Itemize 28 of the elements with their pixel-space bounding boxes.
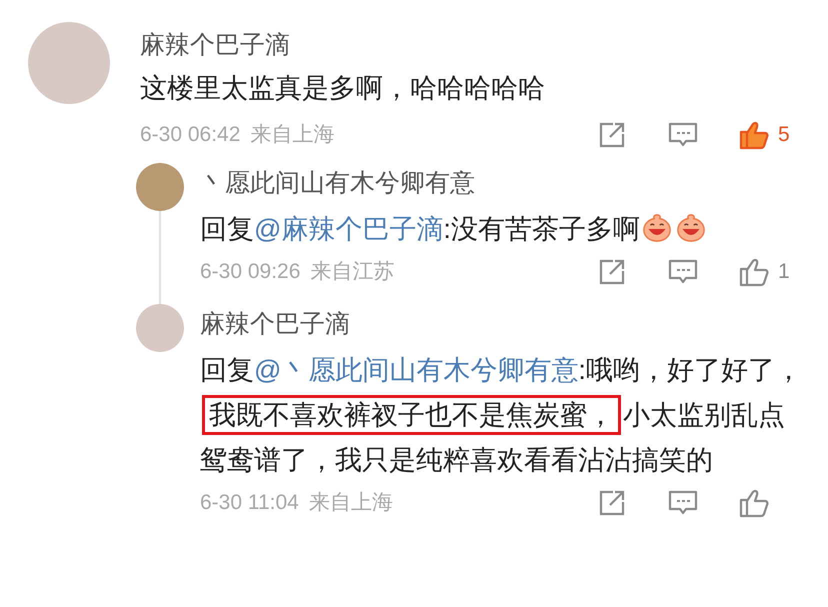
comment-location: 来自上海 — [250, 122, 334, 148]
share-icon[interactable] — [598, 258, 626, 286]
comment-time: 6-30 09:26 — [200, 259, 300, 286]
share-icon[interactable] — [598, 121, 626, 149]
laughing-face-icon — [642, 213, 672, 243]
comment-text: 这楼里太监真是多啊，哈哈哈哈哈 — [140, 72, 546, 105]
comment-icon[interactable] — [668, 258, 698, 286]
mention-link[interactable]: @丶愿此间山有木兮卿有意 — [254, 355, 578, 385]
avatar-photo[interactable] — [136, 163, 184, 211]
like-count: 5 — [778, 122, 790, 148]
comment-text: 回复@丶愿此间山有木兮卿有意:哦哟，好了好了， 我既不喜欢裤衩子也不是焦炭蜜， 小太监别乱点鸳鸯谱了，我只是纯粹喜欢看看沾沾搞笑的 — [200, 354, 803, 477]
laughing-face-icon — [676, 213, 706, 243]
comment-icon[interactable] — [668, 121, 698, 149]
thumbs-up-icon[interactable] — [738, 257, 770, 287]
comment-icon[interactable] — [668, 489, 698, 517]
thumbs-up-icon[interactable] — [738, 120, 770, 150]
like-count: 1 — [778, 259, 790, 286]
share-icon[interactable] — [598, 489, 626, 517]
user-name[interactable]: 麻辣个巴子滴 — [200, 304, 808, 344]
comment-time: 6-30 06:42 — [140, 122, 240, 148]
comment-location: 来自上海 — [308, 490, 393, 516]
mention-link[interactable]: @麻辣个巴子滴 — [254, 214, 444, 244]
user-name[interactable]: 丶愿此间山有木兮卿有意 — [200, 163, 808, 203]
user-name[interactable]: 麻辣个巴子滴 — [140, 28, 808, 62]
comment-time: 6-30 11:04 — [200, 490, 299, 516]
comment-location: 来自江苏 — [310, 259, 394, 286]
thumbs-up-icon[interactable] — [738, 488, 770, 518]
comment-text: 回复@麻辣个巴子滴:没有苦茶子多啊 — [200, 207, 808, 252]
